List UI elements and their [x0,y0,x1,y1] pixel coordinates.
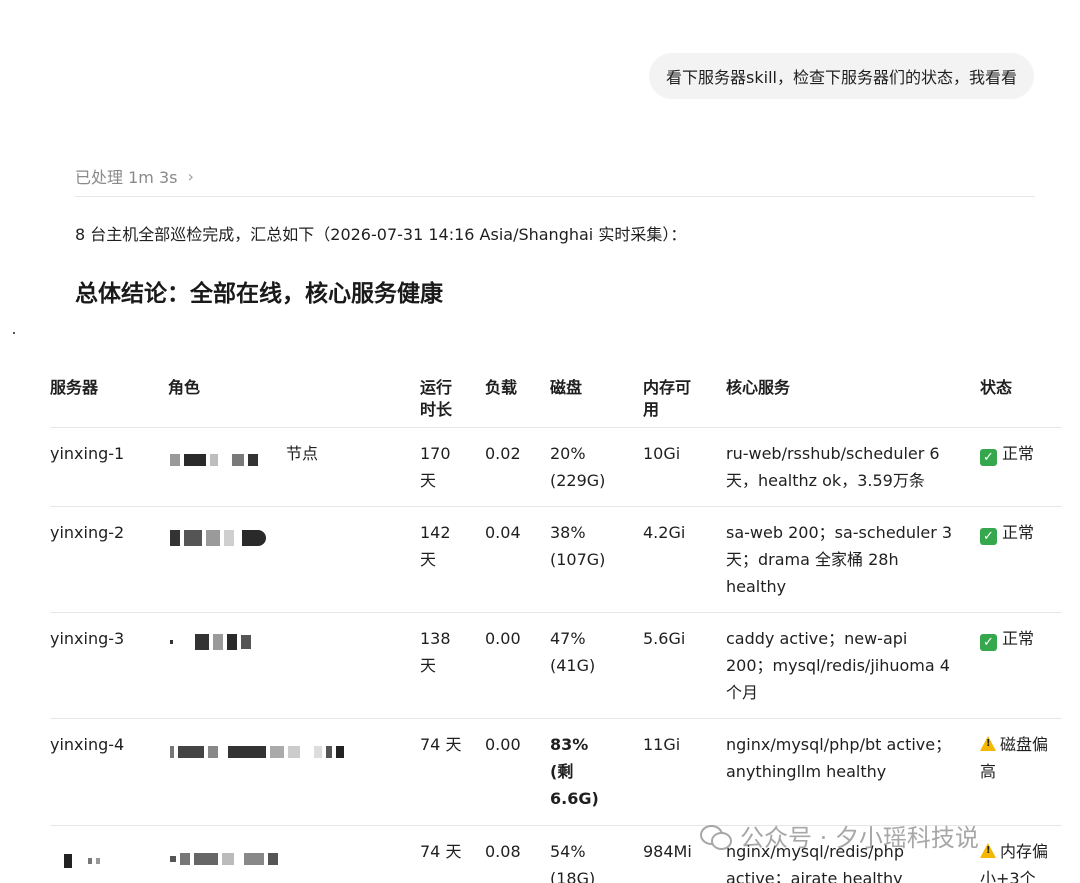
uptime: 74 天 [420,842,462,861]
load: 0.00 [485,735,521,754]
header-mem: 内存可用 [643,378,692,419]
status-badge: 内存偏小+3个 [980,838,1058,883]
disk: 54% (18G) [550,842,596,883]
core-services: caddy active；new-api 200；mysql/redis/jih… [726,629,950,702]
uptime: 138 天 [420,629,451,675]
user-message-text: 看下服务器skill，检查下服务器们的状态，我看看 [666,68,1017,87]
table-row: yinxing-1 节点 170 天 0.02 20% (229G) 10Gi … [50,428,1062,507]
header-services: 核心服务 [726,378,791,397]
server-name: yinxing-2 [50,523,125,542]
load: 0.02 [485,444,521,463]
status-badge: ✓ 正常 [980,440,1060,467]
redacted-server [64,850,104,868]
server-name: yinxing-4 [50,735,125,754]
load: 0.08 [485,842,521,861]
header-status: 状态 [980,378,1013,397]
server-status-table: 服务器 角色 运行时长 负载 磁盘 内存可用 核心服务 状态 yinxing-1… [50,370,1062,883]
header-server: 服务器 [50,378,99,397]
warning-icon [980,736,996,751]
watermark: 公众号 · 夕小瑶科技说 [700,818,979,853]
wechat-icon [700,823,732,850]
chat-page: 看下服务器skill，检查下服务器们的状态，我看看 已处理 1m 3s › 8 … [0,0,1080,883]
processed-toggle[interactable]: 已处理 1m 3s › [75,164,194,188]
warning-icon [980,843,996,858]
summary-line: 8 台主机全部巡检完成，汇总如下（2026-07-31 14:16 Asia/S… [75,225,687,244]
load: 0.00 [485,629,521,648]
table-row: yinxing-3 138 天 0.00 47% (41G) 5.6Gi cad… [50,613,1062,719]
header-disk: 磁盘 [550,378,583,397]
memory: 10Gi [643,444,681,463]
status-badge: 磁盘偏高 [980,731,1058,785]
conclusion-heading: 总体结论：全部在线，核心服务健康 [75,281,443,307]
redacted-role [170,631,255,650]
header-uptime: 运行时长 [420,378,453,419]
uptime: 142 天 [420,523,451,569]
header-role: 角色 [168,378,201,397]
disk: 47% (41G) [550,629,596,675]
check-icon: ✓ [980,634,997,651]
core-services: ru-web/rsshub/scheduler 6 天，healthz ok，3… [726,444,940,490]
server-name: yinxing-3 [50,629,125,648]
disk: 83% (剩 6.6G) [550,735,599,808]
redacted-role [170,527,270,546]
server-name: yinxing-1 [50,444,125,463]
load: 0.04 [485,523,521,542]
chevron-right-icon: › [187,166,194,186]
check-icon: ✓ [980,449,997,466]
status-badge: ✓ 正常 [980,625,1060,652]
status-badge: ✓ 正常 [980,519,1060,546]
memory: 5.6Gi [643,629,686,648]
disk: 38% (107G) [550,523,606,569]
memory: 11Gi [643,735,681,754]
disk: 20% (229G) [550,444,606,490]
core-services: sa-web 200；sa-scheduler 3天；drama 全家桶 28h… [726,523,953,596]
check-icon: ✓ [980,528,997,545]
stray-dot [13,332,15,334]
header-load: 负载 [485,378,518,397]
core-services: nginx/mysql/php/bt active；anythingllm he… [726,735,952,781]
table-row: yinxing-2 142 天 0.04 38% (107G) 4.2Gi sa… [50,507,1062,613]
redacted-role [170,848,282,865]
uptime: 74 天 [420,735,462,754]
redacted-role [170,449,262,466]
uptime: 170 天 [420,444,451,490]
redacted-role [170,741,348,758]
memory: 4.2Gi [643,523,686,542]
processed-label: 已处理 1m 3s [75,168,178,187]
watermark-text: 公众号 · 夕小瑶科技说 [740,824,979,852]
divider [75,196,1035,197]
table-header-row: 服务器 角色 运行时长 负载 磁盘 内存可用 核心服务 状态 [50,370,1062,428]
user-message-bubble: 看下服务器skill，检查下服务器们的状态，我看看 [649,53,1034,99]
table-row: yinxing-4 74 天 0.00 83% (剩 6.6G) 11Gi ng… [50,719,1062,826]
